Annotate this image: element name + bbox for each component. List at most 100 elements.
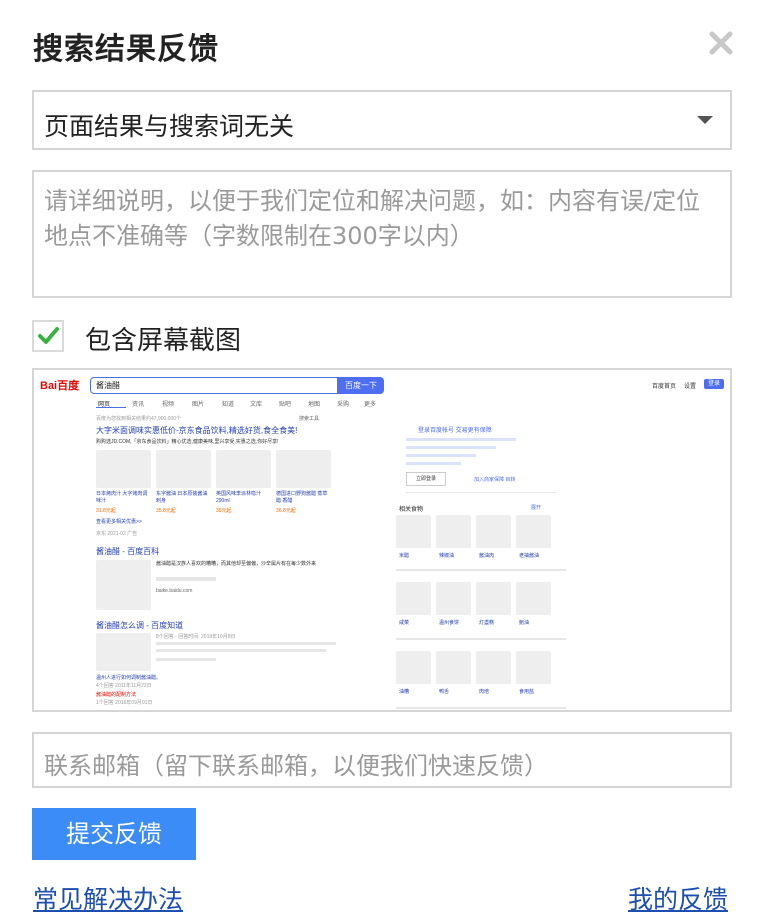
baidu-logo: Bai百度 xyxy=(40,380,80,392)
preview-text-line xyxy=(396,707,566,709)
preview-top-link-login: 登录 xyxy=(704,379,724,389)
preview-related-label: 灯盏糕 xyxy=(479,620,495,626)
preview-login-button: 立即登录 xyxy=(406,472,446,486)
preview-text-line xyxy=(156,649,326,652)
preview-zhidao-title: 酱油醋怎么调 - 百度知道 xyxy=(96,621,184,630)
preview-zhidao-question-meta: 4个回答 2011年11月22日 xyxy=(96,683,152,689)
preview-related-label: 肉培 xyxy=(479,689,490,695)
preview-top-link-home: 百度首页 xyxy=(652,384,677,390)
preview-query: 酱油醋 xyxy=(96,381,120,390)
preview-product-price: 31.8元起 xyxy=(96,508,116,514)
preview-zhidao-question: 酱油醋的配制方法 xyxy=(96,692,137,698)
preview-search-tools: 搜索工具 xyxy=(299,416,320,422)
preview-baike-link: baike.baidu.com xyxy=(156,588,193,594)
preview-zhidao-meta: 8个回答 - 回答时间: 2019年10月8日 xyxy=(156,634,236,640)
preview-text-line xyxy=(396,569,566,571)
detail-textarea[interactable]: 请详细说明，以便于我们定位和解决问题，如：内容有误/定位地点不准确等（字数限制在… xyxy=(32,170,732,298)
preview-baike-desc: 酱油醋是汉族人喜欢的糟糟，而其他却至偏偏，沙辛属片有在每少数外来 xyxy=(156,561,317,567)
preview-ad-title: 大字米面调味实惠低价-京东食品饮料,精选好货,食全食美! xyxy=(96,426,298,435)
chevron-down-icon xyxy=(697,116,713,124)
preview-related-image xyxy=(436,651,471,684)
screenshot-checkbox[interactable] xyxy=(32,320,64,352)
reason-select[interactable]: 页面结果与搜索词无关 xyxy=(32,90,732,150)
preview-tab-wenku: 文库 xyxy=(250,402,263,408)
preview-related-image xyxy=(516,582,551,615)
preview-product-image xyxy=(156,450,211,488)
preview-product-name: 日本烤肉汁 大字烤肉调味汁 xyxy=(96,491,148,504)
preview-expand: 展开 xyxy=(531,505,542,511)
preview-search-button: 百度一下 xyxy=(338,377,384,394)
detail-placeholder: 请详细说明，以便于我们定位和解决问题，如：内容有误/定位地点不准确等（字数限制在… xyxy=(44,187,701,250)
preview-related-label: 温州食饼 xyxy=(439,620,460,626)
dialog-title: 搜索结果反馈 xyxy=(33,32,219,67)
preview-related-image xyxy=(476,582,511,615)
preview-tab-news: 资讯 xyxy=(132,402,145,408)
preview-tab-map: 地图 xyxy=(308,402,321,408)
email-placeholder: 联系邮箱（留下联系邮箱，以便我们快速反馈） xyxy=(44,752,548,780)
preview-product-name: 德国进口野狗酱醋 蒸草醋 香醋 xyxy=(276,491,328,504)
preview-search-box xyxy=(90,377,338,394)
preview-related-image xyxy=(396,515,431,548)
screenshot-preview: Bai百度 酱油醋 百度一下 百度首页 设置 登录 网页 资讯 视频 图片 知道… xyxy=(32,368,732,712)
my-feedback-link[interactable]: 我的反馈 xyxy=(628,880,728,916)
preview-related-image xyxy=(476,651,511,684)
preview-related-label: 食用盐 xyxy=(519,689,535,695)
preview-tab-underline xyxy=(96,407,126,408)
reason-select-value: 页面结果与搜索词无关 xyxy=(44,112,295,141)
preview-related-label: 咸菜 xyxy=(399,620,410,626)
preview-tab-video: 视频 xyxy=(162,402,175,408)
preview-ad-meta: 京东 2021-02 广告 xyxy=(96,531,138,537)
preview-zhidao-image xyxy=(96,633,151,671)
faq-link[interactable]: 常见解决办法 xyxy=(33,880,183,916)
preview-divider xyxy=(406,492,556,493)
preview-related-label: 鲍油 xyxy=(519,620,530,626)
preview-related-image xyxy=(436,515,471,548)
preview-product-name: 东字酱油 日本原装酱油刺身 xyxy=(156,491,208,504)
preview-top-link-settings: 设置 xyxy=(684,384,697,390)
preview-text-line xyxy=(406,438,516,441)
close-icon[interactable] xyxy=(706,28,736,58)
preview-zhidao-question: 温州人进行如何调制酱油醋。 xyxy=(96,675,162,681)
preview-join-link: 加入商家保障 目转 xyxy=(474,477,516,483)
preview-product-image xyxy=(276,450,331,488)
preview-ad-desc: 购购选JD.COM,「京东食品饮料」精心优选,健康美味,里兴享受,实惠之选,你好… xyxy=(96,439,279,445)
preview-related-label: 老抽酱油 xyxy=(519,553,540,559)
preview-tab-image: 图片 xyxy=(192,402,205,408)
email-field[interactable]: 联系邮箱（留下联系邮箱，以便我们快速反馈） xyxy=(32,732,732,788)
preview-related-label: 油糟 xyxy=(399,689,410,695)
preview-baike-image xyxy=(96,560,151,610)
preview-related-label: 米醋 xyxy=(399,553,410,559)
checkmark-icon xyxy=(38,327,59,344)
preview-text-line xyxy=(406,446,496,449)
preview-text-line xyxy=(396,638,566,640)
preview-more-products: 查看更多相关优惠>> xyxy=(96,519,142,525)
preview-product-image xyxy=(216,450,271,488)
preview-related-title: 相关食物 xyxy=(399,507,424,513)
preview-zhidao-question-meta: 1个回答 2016年09月01日 xyxy=(96,700,153,706)
preview-text-line xyxy=(406,462,461,465)
preview-result-count: 百度为您找到相关结果约47,900,000个 xyxy=(96,416,182,422)
preview-related-image xyxy=(476,515,511,548)
preview-related-image xyxy=(516,515,551,548)
preview-related-label: 酱油肉 xyxy=(479,553,495,559)
preview-tab-caigou: 采购 xyxy=(337,402,350,408)
preview-product-image xyxy=(96,450,151,488)
preview-baike-title: 酱油醋 - 百度百科 xyxy=(96,547,160,556)
preview-related-label: 鸭舌 xyxy=(439,689,450,695)
preview-text-line xyxy=(406,454,476,457)
preview-product-price: 39元起 xyxy=(216,508,232,514)
preview-product-name: 英国风味李派林喼汁 290ml xyxy=(216,491,262,504)
preview-login-promo: 登录百度帐号 交易更有保障 xyxy=(418,428,492,434)
preview-related-image xyxy=(436,582,471,615)
preview-related-image xyxy=(396,651,431,684)
preview-related-label: 辣椒油 xyxy=(439,553,455,559)
screenshot-checkbox-label[interactable]: 包含屏幕截图 xyxy=(85,320,241,357)
preview-related-image xyxy=(516,651,551,684)
preview-related-image xyxy=(396,582,431,615)
preview-text-line xyxy=(156,577,216,581)
preview-product-price: 36.8元起 xyxy=(276,508,296,514)
submit-button[interactable]: 提交反馈 xyxy=(32,808,196,860)
preview-tab-more: 更多 xyxy=(364,402,377,408)
preview-tab-tieba: 贴吧 xyxy=(279,402,292,408)
preview-tab-zhidao: 知道 xyxy=(222,402,235,408)
